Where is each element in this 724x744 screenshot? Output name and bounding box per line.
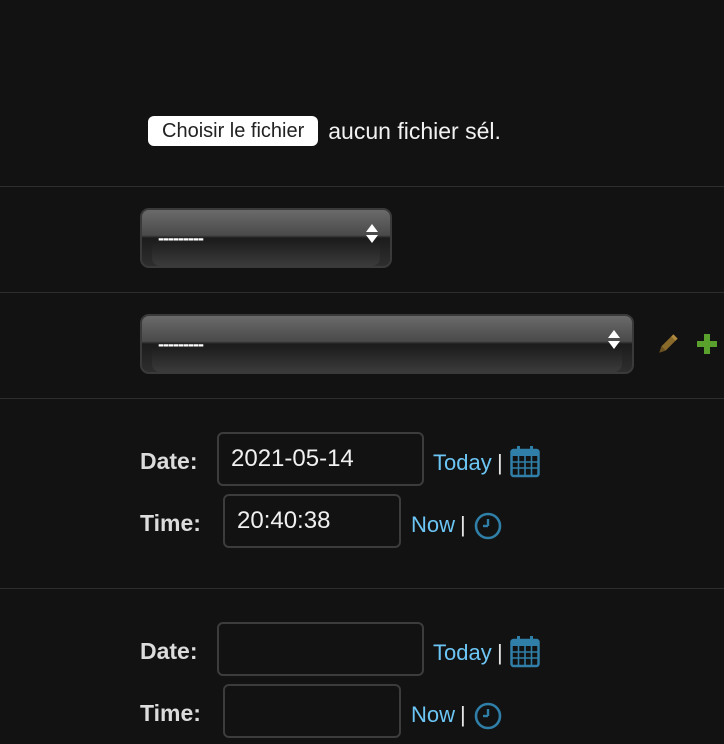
select-2-value: --------- [158,334,204,354]
plus-icon[interactable] [696,333,718,355]
shortcut-separator: | [497,640,503,665]
admin-form-page: Choisir le fichier aucun fichier sél. --… [0,0,724,744]
shortcut-separator: | [460,512,466,537]
row-divider [0,398,724,399]
row-divider [0,186,724,187]
file-input-row: Choisir le fichier aucun fichier sél. [148,115,501,147]
select-arrows-icon [608,330,620,356]
date-input[interactable] [217,622,424,676]
now-link[interactable]: Now [411,512,455,538]
file-status-text: aucun fichier sél. [328,117,501,144]
calendar-icon[interactable] [510,446,540,478]
today-link[interactable]: Today [433,450,492,476]
time-label: Time: [140,510,201,536]
select-field-1[interactable]: --------- [140,208,392,268]
date-label: Date: [140,638,198,664]
now-link[interactable]: Now [411,702,455,728]
row-divider [0,588,724,589]
pencil-icon[interactable] [654,332,680,358]
date-label: Date: [140,448,198,474]
select-field-2[interactable]: --------- [140,314,634,374]
today-link[interactable]: Today [433,640,492,666]
time-label: Time: [140,700,201,726]
time-input[interactable] [223,684,401,738]
clock-icon[interactable] [474,702,502,730]
select-arrows-icon [366,224,378,250]
calendar-icon[interactable] [510,636,540,668]
time-input[interactable] [223,494,401,548]
shortcut-separator: | [460,702,466,727]
row-divider [0,292,724,293]
choose-file-button[interactable]: Choisir le fichier [148,116,319,146]
select-1-value: --------- [158,228,204,248]
clock-icon[interactable] [474,512,502,540]
date-input[interactable] [217,432,424,486]
shortcut-separator: | [497,450,503,475]
